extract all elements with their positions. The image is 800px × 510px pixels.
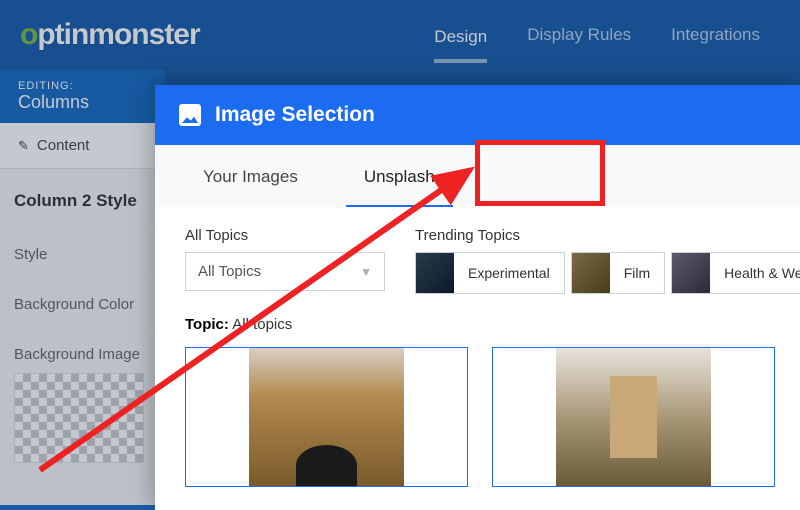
current-topic: Topic: All topics <box>185 316 775 333</box>
modal-tabs: Your Images Unsplash <box>155 145 800 207</box>
trending-experimental[interactable]: Experimental <box>415 252 565 294</box>
result-card[interactable] <box>185 347 468 487</box>
result-card[interactable] <box>492 347 775 487</box>
topic-label: Topic: <box>185 316 229 333</box>
trending-thumb <box>672 253 710 293</box>
modal-header: Image Selection <box>155 85 800 145</box>
chevron-down-icon: ▼ <box>360 265 372 279</box>
image-selection-modal: Image Selection Your Images Unsplash All… <box>155 85 800 510</box>
topics-select-value: All Topics <box>198 263 261 280</box>
topic-value: All topics <box>232 316 292 333</box>
image-icon <box>179 104 201 126</box>
trending-label-text: Film <box>610 265 664 281</box>
all-topics-label: All Topics <box>185 227 385 244</box>
trending-label: Trending Topics <box>415 227 800 244</box>
trending-thumb <box>572 253 610 293</box>
result-image <box>556 348 711 486</box>
trending-health[interactable]: Health & Wellness <box>671 252 800 294</box>
trending-thumb <box>416 253 454 293</box>
trending-film[interactable]: Film <box>571 252 665 294</box>
tab-unsplash[interactable]: Unsplash <box>346 147 453 207</box>
topics-select[interactable]: All Topics ▼ <box>185 252 385 291</box>
tab-your-images[interactable]: Your Images <box>185 147 316 207</box>
results <box>185 347 775 487</box>
trending-label-text: Experimental <box>454 265 564 281</box>
modal-title: Image Selection <box>215 103 375 127</box>
modal-body: All Topics All Topics ▼ Trending Topics … <box>155 207 800 507</box>
trending-label-text: Health & Wellness <box>710 265 800 281</box>
result-image <box>249 348 404 486</box>
